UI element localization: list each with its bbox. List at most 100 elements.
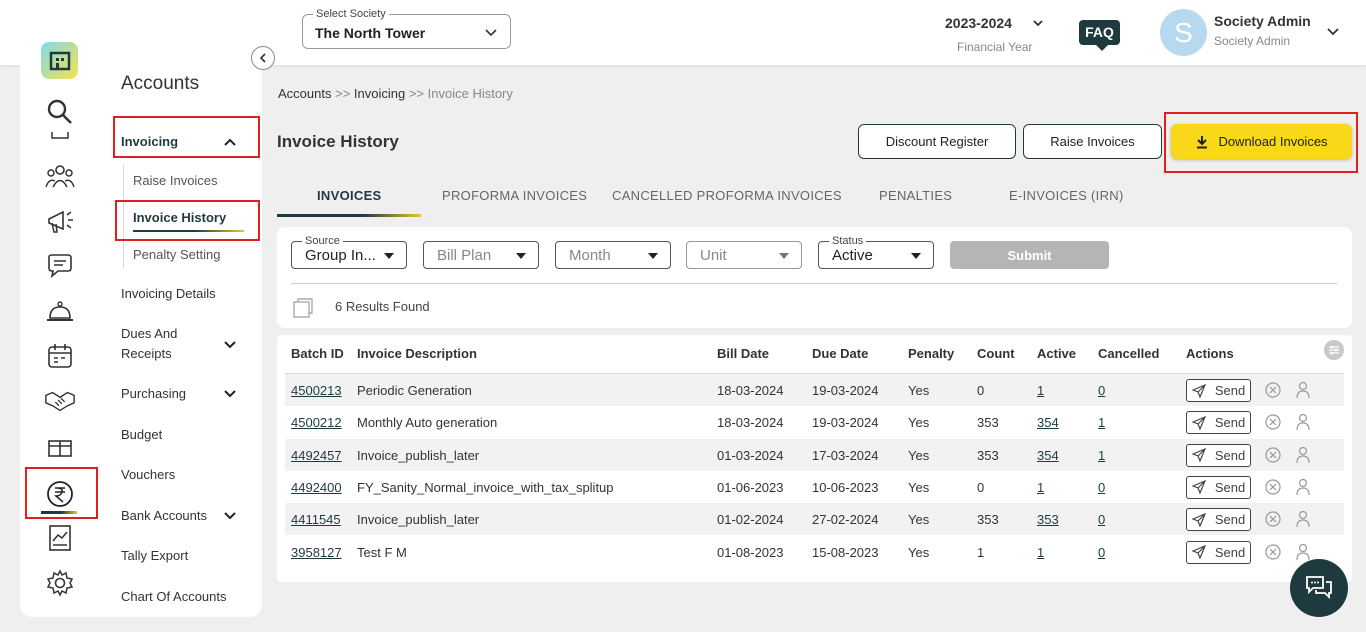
chevron-down-icon[interactable] xyxy=(222,508,238,524)
source-select[interactable]: Source Group In... xyxy=(291,241,407,269)
table-row: 4411545Invoice_publish_later01-02-202427… xyxy=(285,503,1344,535)
tab-e-invoices[interactable]: E-INVOICES (IRN) xyxy=(1009,188,1124,203)
send-label: Send xyxy=(1215,415,1245,430)
invoice-description: Monthly Auto generation xyxy=(357,415,497,430)
members-icon[interactable] xyxy=(44,160,76,192)
batch-id-link[interactable]: 4500212 xyxy=(291,415,342,430)
cancelled-count-link[interactable]: 1 xyxy=(1098,448,1105,463)
person-icon[interactable] xyxy=(1296,413,1310,431)
send-button[interactable]: Send xyxy=(1186,476,1251,499)
status-value: Active xyxy=(832,247,873,264)
cancel-batch-icon[interactable] xyxy=(1265,382,1281,398)
discount-register-button[interactable]: Discount Register xyxy=(858,124,1016,159)
send-button[interactable]: Send xyxy=(1186,508,1251,531)
sidebar-item-bank-accounts[interactable]: Bank Accounts xyxy=(121,508,207,523)
active-count-link[interactable]: 1 xyxy=(1037,480,1044,495)
cancelled-count-link[interactable]: 1 xyxy=(1098,415,1105,430)
chevron-down-icon[interactable] xyxy=(222,386,238,402)
calendar-icon[interactable] xyxy=(44,340,76,372)
breadcrumb-current: Invoice History xyxy=(428,86,513,101)
sidebar-subitem-raise-invoices[interactable]: Raise Invoices xyxy=(133,173,218,188)
cancelled-count-link[interactable]: 0 xyxy=(1098,480,1105,495)
collapse-sidebar-button[interactable] xyxy=(251,46,275,70)
column-settings-icon[interactable] xyxy=(1324,340,1344,360)
service-bell-icon[interactable] xyxy=(44,296,76,328)
chat-icon[interactable] xyxy=(44,250,76,282)
cancel-batch-icon[interactable] xyxy=(1265,479,1281,495)
announcement-icon[interactable] xyxy=(44,205,76,237)
raise-invoices-button[interactable]: Raise Invoices xyxy=(1023,124,1162,159)
person-icon[interactable] xyxy=(1296,543,1310,561)
dropdown-arrow-icon xyxy=(911,253,921,259)
cancel-batch-icon[interactable] xyxy=(1265,414,1281,430)
batch-id-link[interactable]: 4492457 xyxy=(291,448,342,463)
cancel-batch-icon[interactable] xyxy=(1265,447,1281,463)
cancelled-count-link[interactable]: 0 xyxy=(1098,545,1105,560)
dropdown-arrow-icon xyxy=(779,253,789,259)
breadcrumb-accounts[interactable]: Accounts xyxy=(278,86,331,101)
sidebar-item-budget[interactable]: Budget xyxy=(121,427,162,442)
financial-year-select[interactable]: 2023-2024 Financial Year xyxy=(945,15,1045,54)
user-role: Society Admin xyxy=(1214,34,1290,48)
batch-id-link[interactable]: 4411545 xyxy=(291,512,341,527)
batch-id-link[interactable]: 3958127 xyxy=(291,545,342,560)
sidebar-item-chart-of-accounts[interactable]: Chart Of Accounts xyxy=(121,589,227,604)
select-all-checkbox-icon[interactable] xyxy=(292,297,314,319)
person-icon[interactable] xyxy=(1296,478,1310,496)
faq-button[interactable]: FAQ xyxy=(1079,20,1120,45)
sidebar-item-invoicing-details[interactable]: Invoicing Details xyxy=(121,286,216,301)
column-header-count: Count xyxy=(977,346,1015,361)
society-select[interactable]: Select Society The North Tower xyxy=(302,14,511,49)
chevron-down-icon[interactable] xyxy=(1326,24,1340,40)
batch-id-link[interactable]: 4492400 xyxy=(291,480,342,495)
submit-button[interactable]: Submit xyxy=(950,241,1109,269)
due-date: 19-03-2024 xyxy=(812,383,879,398)
tab-invoices[interactable]: INVOICES xyxy=(317,188,382,203)
avatar[interactable]: S xyxy=(1160,9,1207,56)
tab-cancelled-proforma-invoices[interactable]: CANCELLED PROFORMA INVOICES xyxy=(612,188,842,203)
send-button[interactable]: Send xyxy=(1186,379,1251,402)
sidebar-subitem-penalty-setting[interactable]: Penalty Setting xyxy=(133,247,220,262)
send-button[interactable]: Send xyxy=(1186,444,1251,467)
send-button[interactable]: Send xyxy=(1186,411,1251,434)
active-count-link[interactable]: 1 xyxy=(1037,383,1044,398)
chat-support-button[interactable] xyxy=(1290,559,1348,617)
bill-date: 01-03-2024 xyxy=(717,448,784,463)
person-icon[interactable] xyxy=(1296,446,1310,464)
dues-label-line1: Dues And xyxy=(121,326,177,341)
settings-icon[interactable] xyxy=(44,567,76,599)
due-date: 19-03-2024 xyxy=(812,415,879,430)
handshake-icon[interactable] xyxy=(44,385,76,417)
active-count-link[interactable]: 353 xyxy=(1037,512,1059,527)
send-button[interactable]: Send xyxy=(1186,541,1251,564)
tab-proforma-invoices[interactable]: PROFORMA INVOICES xyxy=(442,188,587,203)
bill-plan-select[interactable]: Bill Plan xyxy=(423,241,539,269)
sidebar-item-dues-receipts[interactable]: Dues And Receipts xyxy=(121,326,177,361)
report-icon[interactable] xyxy=(44,522,76,554)
active-tab-underline xyxy=(277,214,421,217)
active-count-link[interactable]: 1 xyxy=(1037,545,1044,560)
person-icon[interactable] xyxy=(1296,510,1310,528)
gift-icon[interactable] xyxy=(44,430,76,462)
status-select[interactable]: Status Active xyxy=(818,241,934,269)
chevron-down-icon[interactable] xyxy=(222,337,238,353)
tab-penalties[interactable]: PENALTIES xyxy=(879,188,952,203)
cancelled-count-link[interactable]: 0 xyxy=(1098,383,1105,398)
month-select[interactable]: Month xyxy=(555,241,671,269)
sidebar-item-tally-export[interactable]: Tally Export xyxy=(121,548,188,563)
active-count-link[interactable]: 354 xyxy=(1037,448,1059,463)
send-icon xyxy=(1192,480,1206,494)
cancel-batch-icon[interactable] xyxy=(1265,544,1281,560)
unit-select[interactable]: Unit xyxy=(686,241,802,269)
active-count-link[interactable]: 354 xyxy=(1037,415,1059,430)
column-header-due-date: Due Date xyxy=(812,346,868,361)
person-icon[interactable] xyxy=(1296,381,1310,399)
search-icon[interactable] xyxy=(44,96,76,128)
sidebar-item-vouchers[interactable]: Vouchers xyxy=(121,467,175,482)
app-logo-icon[interactable] xyxy=(41,42,78,79)
cancel-batch-icon[interactable] xyxy=(1265,511,1281,527)
batch-id-link[interactable]: 4500213 xyxy=(291,383,342,398)
breadcrumb-invoicing[interactable]: Invoicing xyxy=(354,86,405,101)
cancelled-count-link[interactable]: 0 xyxy=(1098,512,1105,527)
sidebar-item-purchasing[interactable]: Purchasing xyxy=(121,386,186,401)
